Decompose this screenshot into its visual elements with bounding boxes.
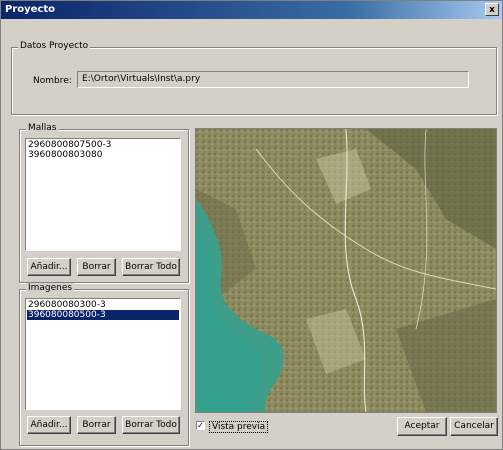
window-title: Proyecto (5, 4, 56, 15)
cancel-button[interactable]: Cancelar (450, 417, 498, 436)
close-button[interactable]: x (485, 3, 499, 16)
imagenes-delete-all-button[interactable]: Borrar Todo (122, 416, 180, 434)
mallas-delete-all-button[interactable]: Borrar Todo (122, 258, 180, 276)
mallas-legend: Mallas (26, 123, 59, 133)
accept-button[interactable]: Aceptar (397, 417, 447, 436)
nombre-field[interactable]: E:\Ortor\Virtuals\Inst\a.pry (77, 71, 469, 88)
close-icon: x (489, 5, 495, 15)
aerial-preview-image (195, 128, 497, 413)
nombre-label: Nombre: (33, 76, 72, 86)
mallas-add-button[interactable]: Añadir... (27, 258, 71, 276)
imagenes-list[interactable]: 296080080300-3 396080080500-3 (25, 298, 181, 410)
vista-previa-checkbox[interactable]: ✓ (196, 421, 205, 430)
check-icon: ✓ (197, 421, 204, 430)
mallas-list[interactable]: 2960800807500-3 3960800803080 (25, 138, 181, 251)
title-bar[interactable]: Proyecto x (1, 1, 502, 19)
vista-previa-label[interactable]: Vista previa (209, 421, 269, 433)
list-item[interactable]: 2960800807500-3 (27, 140, 179, 150)
imagenes-add-button[interactable]: Añadir... (27, 416, 71, 434)
imagenes-delete-button[interactable]: Borrar (77, 416, 116, 434)
proyecto-dialog: Proyecto x Datos Proyecto Nombre: E:\Ort… (0, 0, 503, 450)
list-item[interactable]: 3960800803080 (27, 150, 179, 160)
nombre-value: E:\Ortor\Virtuals\Inst\a.pry (82, 74, 201, 84)
aerial-photo-graphic (196, 129, 496, 412)
mallas-delete-button[interactable]: Borrar (77, 258, 116, 276)
list-item-selected[interactable]: 396080080500-3 (27, 310, 179, 320)
list-item[interactable]: 296080080300-3 (27, 300, 179, 310)
imagenes-legend: Imagenes (26, 283, 75, 293)
datos-proyecto-legend: Datos Proyecto (18, 41, 91, 51)
